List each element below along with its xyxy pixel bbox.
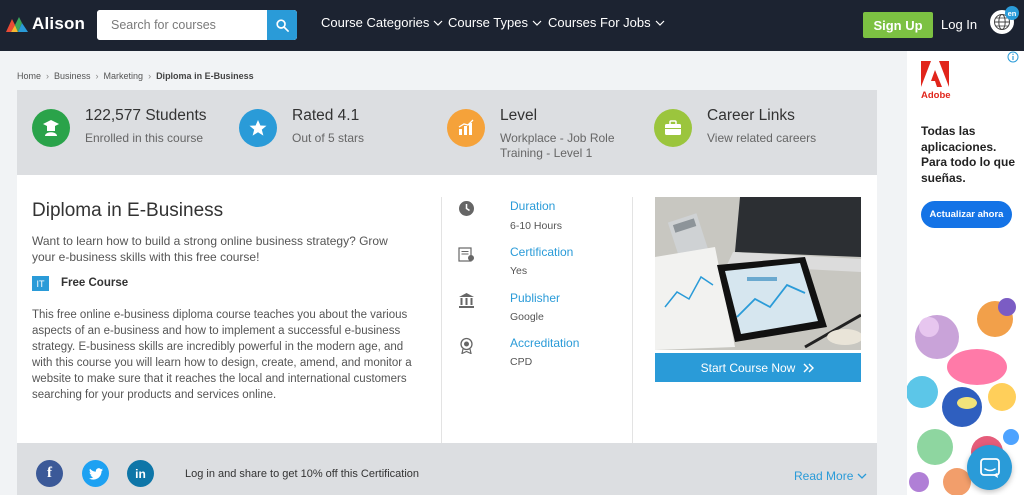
- twitter-share-button[interactable]: t: [82, 460, 109, 487]
- stat-subtitle: View related careers: [707, 131, 817, 145]
- ad-cta-button[interactable]: Actualizar ahora: [921, 201, 1012, 228]
- chevron-right-icon: ›: [95, 71, 99, 81]
- alison-logo-icon: [6, 17, 28, 32]
- breadcrumb: Home › Business › Marketing › Diploma in…: [17, 71, 254, 81]
- publisher-value: Google: [510, 311, 544, 323]
- category-badge: IT: [32, 276, 49, 291]
- student-icon: [32, 109, 70, 147]
- course-description: This free online e-business diploma cour…: [32, 309, 412, 401]
- course-stats-bar: 122,577 Students Enrolled in this course…: [17, 90, 877, 175]
- nav-menu-label: Course Categories: [321, 15, 430, 30]
- stat-title: Rated 4.1: [292, 107, 360, 124]
- nav-menu-label: Course Types: [448, 15, 528, 30]
- search-button[interactable]: [267, 10, 297, 40]
- breadcrumb-current: Diploma in E-Business: [156, 71, 254, 81]
- stat-title: 122,577 Students: [85, 107, 207, 124]
- facebook-share-button[interactable]: f: [36, 460, 63, 487]
- breadcrumb-marketing[interactable]: Marketing: [104, 71, 144, 81]
- chart-icon: [447, 109, 485, 147]
- logo-text: Alison: [32, 14, 86, 33]
- duration-value: 6-10 Hours: [510, 220, 562, 232]
- briefcase-icon: [654, 109, 692, 147]
- language-badge: en: [1005, 6, 1019, 20]
- stat-subtitle-line: Training - Level 1: [500, 146, 593, 160]
- chevron-right-icon: ›: [148, 71, 152, 81]
- log-in-link[interactable]: Log In: [941, 17, 977, 32]
- divider: [441, 197, 442, 443]
- course-lead: Want to learn how to build a strong onli…: [32, 234, 388, 264]
- publisher-label: Publisher: [510, 291, 561, 305]
- nav-menu-label: Courses For Jobs: [548, 15, 651, 30]
- read-more-label: Read More: [794, 469, 854, 483]
- ad-brand-label: Adobe: [921, 90, 951, 101]
- stat-subtitle-line: Workplace - Job Role: [500, 131, 615, 145]
- chevron-right-icon: ›: [46, 71, 50, 81]
- linkedin-share-button[interactable]: in: [127, 460, 154, 487]
- award-icon: [457, 336, 475, 354]
- stat-title: Level: [500, 107, 538, 124]
- search-icon: [275, 18, 289, 32]
- ad-info-icon[interactable]: [1007, 51, 1019, 63]
- ad-copy: Todas las aplicaciones. Para todo lo que…: [921, 124, 1016, 185]
- free-course-label: Free Course: [61, 277, 129, 289]
- sign-up-button[interactable]: Sign Up: [863, 12, 933, 38]
- alison-logo[interactable]: Alison: [6, 14, 85, 34]
- divider: [632, 197, 633, 443]
- share-bar: f t in Log in and share to get 10% off t…: [17, 443, 877, 495]
- certification-value: Yes: [510, 265, 528, 277]
- top-navbar: Alison Course Categories Course Types Co…: [0, 0, 1024, 51]
- advertisement-panel[interactable]: Adobe Todas las aplicaciones. Para todo …: [907, 51, 1024, 495]
- nav-courses-for-jobs[interactable]: Courses For Jobs: [548, 15, 665, 30]
- linkedin-icon: in: [135, 466, 146, 481]
- star-icon: [239, 109, 277, 147]
- course-title: Diploma in E-Business: [32, 200, 224, 221]
- share-promo-text: Log in and share to get 10% off this Cer…: [185, 468, 419, 480]
- search-input[interactable]: [97, 10, 268, 40]
- stat-subtitle: Enrolled in this course: [85, 131, 204, 145]
- facebook-icon: f: [47, 465, 52, 481]
- certification-label: Certification: [510, 245, 574, 259]
- nav-course-categories[interactable]: Course Categories: [321, 15, 443, 30]
- chat-icon: [979, 457, 1000, 478]
- course-card: Diploma in E-Business Want to learn how …: [17, 175, 877, 443]
- breadcrumb-business[interactable]: Business: [54, 71, 91, 81]
- breadcrumb-home[interactable]: Home: [17, 71, 41, 81]
- nav-course-types[interactable]: Course Types: [448, 15, 542, 30]
- accreditation-label: Accreditation: [510, 336, 580, 350]
- stat-title: Career Links: [707, 107, 795, 124]
- start-course-label: Start Course Now: [700, 360, 796, 375]
- chevron-down-icon: [655, 20, 665, 26]
- search-box: [97, 10, 297, 40]
- adobe-logo-icon: [921, 61, 949, 87]
- chevron-down-icon: [433, 20, 443, 26]
- stat-subtitle: Workplace - Job Role Training - Level 1: [500, 131, 615, 161]
- chat-widget-button[interactable]: [967, 445, 1012, 490]
- chevron-down-icon: [532, 20, 542, 26]
- start-course-button[interactable]: Start Course Now: [655, 353, 861, 382]
- accreditation-value: CPD: [510, 356, 533, 368]
- certificate-icon: [457, 245, 475, 263]
- duration-label: Duration: [510, 199, 556, 213]
- clock-icon: [457, 199, 475, 217]
- chevron-down-icon: [857, 473, 867, 479]
- read-more-link[interactable]: Read More: [794, 469, 867, 483]
- course-image: [655, 197, 861, 350]
- twitter-bird-icon: [88, 467, 103, 480]
- double-chevron-right-icon: [803, 363, 815, 372]
- institution-icon: [457, 291, 475, 309]
- stat-subtitle: Out of 5 stars: [292, 131, 365, 145]
